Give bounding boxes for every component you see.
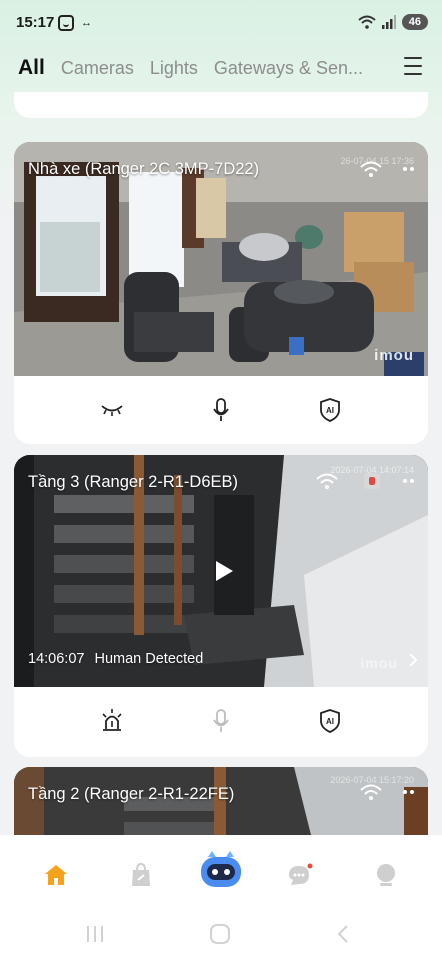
brand-watermark: imou — [360, 655, 398, 671]
event-label: Human Detected — [94, 651, 204, 667]
talk-button[interactable] — [207, 396, 235, 424]
tab-lights[interactable]: Lights — [150, 58, 198, 79]
alarm-siren-icon — [102, 709, 122, 731]
more-options-icon[interactable] — [402, 166, 418, 172]
eye-closed-icon — [101, 405, 123, 416]
signal-icon — [381, 15, 396, 29]
more-options-icon[interactable] — [402, 789, 418, 795]
camera-preview[interactable]: Tầng 3 (Ranger 2-R1-D6EB) 2026-07-04 14:… — [14, 455, 428, 687]
siren-button[interactable] — [98, 707, 126, 735]
ai-detection-button[interactable]: AI — [316, 707, 344, 735]
menu-icon[interactable] — [404, 57, 422, 75]
chevron-right-icon[interactable] — [408, 653, 418, 667]
battery-indicator: 46 — [401, 14, 428, 30]
wifi-signal-icon — [360, 784, 382, 800]
shop-bag-icon — [132, 863, 150, 886]
nav-messages[interactable] — [280, 855, 320, 895]
wifi-signal-icon — [360, 161, 382, 177]
camera-card[interactable]: Tầng 3 (Ranger 2-R1-D6EB) 2026-07-04 14:… — [14, 455, 428, 757]
event-time: 14:06:07 — [28, 651, 85, 667]
svg-text:AI: AI — [326, 717, 334, 726]
talk-button[interactable] — [207, 707, 235, 735]
profile-icon — [377, 864, 395, 886]
status-bar: 15:17 ↔ 46 — [0, 0, 442, 44]
status-indicators: 46 — [358, 14, 428, 30]
link-icon: ↔ — [81, 17, 92, 29]
chat-icon — [289, 863, 313, 885]
app-face-icon — [58, 15, 74, 31]
more-options-icon[interactable] — [402, 478, 418, 484]
nav-assistant[interactable] — [198, 847, 244, 893]
previous-card-bottom — [14, 92, 428, 118]
home-icon — [45, 865, 67, 885]
ai-shield-icon: AI — [319, 709, 340, 733]
nav-profile[interactable] — [366, 855, 406, 895]
camera-action-bar: AI — [14, 687, 428, 755]
event-info: 14:06:07 Human Detected — [28, 651, 203, 667]
wifi-signal-icon — [316, 473, 338, 489]
svg-text:AI: AI — [326, 406, 334, 415]
microphone-icon — [213, 709, 229, 732]
tab-cameras[interactable]: Cameras — [61, 58, 134, 79]
camera-title: Nhà xe (Ranger 2C 3MP-7D22) — [28, 160, 260, 178]
home-button-icon[interactable] — [209, 923, 231, 945]
ai-shield-icon: AI — [319, 398, 340, 422]
device-category-tabs: All Cameras Lights Gateways & Sen... — [18, 52, 398, 84]
brand-watermark: imou — [374, 347, 414, 364]
status-time: 15:17 — [16, 14, 55, 31]
camera-card[interactable]: Nhà xe (Ranger 2C 3MP-7D22) 26-07-04 15 … — [14, 142, 428, 444]
camera-title: Tầng 2 (Ranger 2-R1-22FE) — [28, 785, 235, 803]
ai-detection-button[interactable]: AI — [316, 396, 344, 424]
nav-shop[interactable] — [121, 855, 161, 895]
camera-preview[interactable]: Nhà xe (Ranger 2C 3MP-7D22) 26-07-04 15 … — [14, 142, 428, 376]
privacy-mode-button[interactable] — [98, 396, 126, 424]
play-icon[interactable] — [214, 560, 234, 582]
robot-assistant-icon — [201, 851, 241, 887]
wifi-icon — [358, 15, 376, 29]
nav-home[interactable] — [36, 855, 76, 895]
recent-apps-icon[interactable] — [84, 924, 106, 944]
microphone-icon — [213, 398, 229, 421]
tab-all[interactable]: All — [18, 56, 45, 80]
alert-indicator-icon — [364, 473, 380, 489]
camera-title: Tầng 3 (Ranger 2-R1-D6EB) — [28, 473, 239, 491]
back-icon[interactable] — [336, 924, 350, 944]
tab-gateways-sensors[interactable]: Gateways & Sen... — [214, 58, 363, 79]
system-navigation-bar — [0, 922, 442, 948]
camera-action-bar: AI — [14, 376, 428, 444]
